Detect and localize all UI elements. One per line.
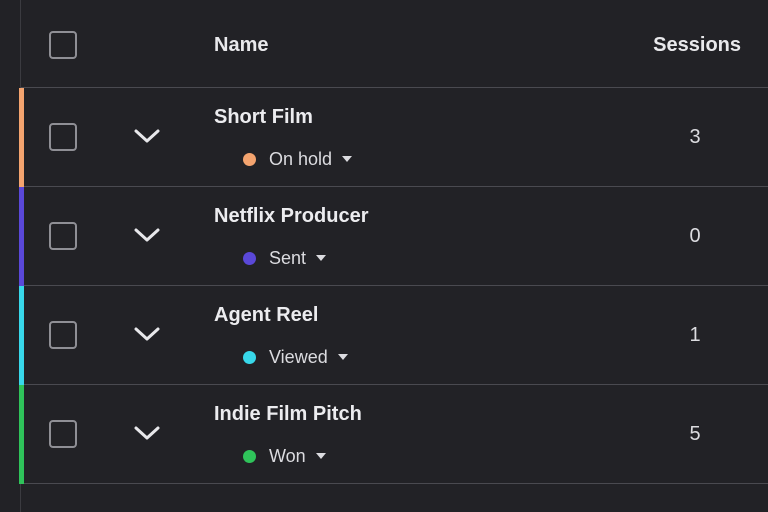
row-checkbox[interactable] bbox=[49, 321, 77, 349]
caret-down-icon bbox=[316, 255, 327, 261]
caret-down-icon bbox=[337, 354, 348, 360]
table-header: Name Sessions bbox=[21, 0, 768, 88]
caret-down-icon bbox=[315, 453, 326, 459]
status-label: Sent bbox=[269, 247, 307, 268]
row-checkbox[interactable] bbox=[49, 420, 77, 448]
status-dot-icon bbox=[243, 449, 256, 463]
chevron-down-icon[interactable] bbox=[131, 124, 163, 148]
status-dropdown[interactable]: Sent bbox=[243, 245, 327, 271]
status-dropdown[interactable]: Won bbox=[243, 443, 326, 469]
status-dot-icon bbox=[243, 350, 256, 364]
row-accent-bar bbox=[19, 187, 24, 286]
row-accent-bar bbox=[19, 286, 24, 385]
select-all-checkbox[interactable] bbox=[49, 31, 77, 59]
row-accent-bar bbox=[19, 385, 24, 484]
status-dropdown[interactable]: Viewed bbox=[243, 344, 348, 370]
sessions-count: 5 bbox=[689, 423, 701, 445]
row-title: Agent Reel bbox=[214, 304, 319, 326]
caret-down-icon bbox=[342, 156, 353, 162]
status-label: Viewed bbox=[269, 346, 328, 367]
row-title: Indie Film Pitch bbox=[214, 403, 362, 425]
chevron-down-icon[interactable] bbox=[131, 223, 163, 247]
table-row[interactable]: Short Film On hold 3 bbox=[19, 88, 768, 187]
status-dot-icon bbox=[243, 152, 256, 166]
table-row[interactable]: Agent Reel Viewed 1 bbox=[19, 286, 768, 385]
table-row[interactable]: Netflix Producer Sent 0 bbox=[19, 187, 768, 286]
name-column-header[interactable]: Name bbox=[214, 34, 268, 57]
row-checkbox[interactable] bbox=[49, 222, 77, 250]
status-dot-icon bbox=[243, 251, 256, 265]
sessions-count: 1 bbox=[689, 324, 701, 346]
projects-table: Name Sessions Short Film On hold 3 Netfl… bbox=[19, 0, 768, 512]
status-dropdown[interactable]: On hold bbox=[243, 146, 353, 172]
sessions-count: 3 bbox=[689, 126, 701, 148]
row-title: Netflix Producer bbox=[214, 205, 369, 227]
chevron-down-icon[interactable] bbox=[131, 421, 163, 445]
chevron-down-icon[interactable] bbox=[131, 322, 163, 346]
row-title: Short Film bbox=[214, 106, 313, 128]
status-label: On hold bbox=[269, 148, 333, 169]
row-accent-bar bbox=[19, 88, 24, 187]
sessions-count: 0 bbox=[689, 225, 701, 247]
table-row[interactable]: Indie Film Pitch Won 5 bbox=[19, 385, 768, 484]
status-label: Won bbox=[269, 445, 306, 466]
sessions-column-header[interactable]: Sessions bbox=[653, 34, 741, 57]
row-checkbox[interactable] bbox=[49, 123, 77, 151]
